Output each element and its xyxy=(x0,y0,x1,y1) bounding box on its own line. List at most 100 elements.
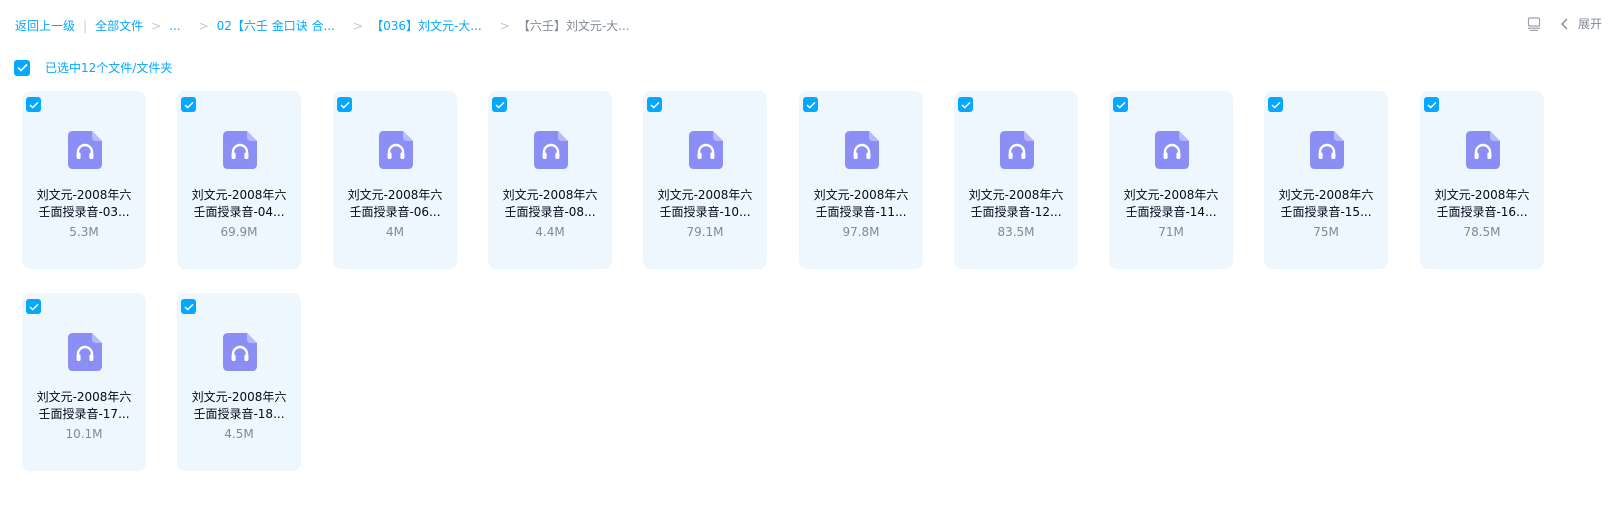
file-card[interactable]: 刘文元-2008年六 壬面授录音-16... 78.5M xyxy=(1420,91,1544,269)
breadcrumb-separator-icon: > xyxy=(499,18,510,33)
file-name-line: 刘文元-2008年六 xyxy=(1434,188,1530,202)
breadcrumb-separator-icon: > xyxy=(353,18,364,33)
file-card[interactable]: 刘文元-2008年六 壬面授录音-14... 71M xyxy=(1109,91,1233,269)
file-name-line: 壬面授录音-18... xyxy=(193,407,285,421)
file-checkbox[interactable] xyxy=(181,299,196,314)
back-link[interactable]: 返回上一级 xyxy=(15,17,75,34)
audio-file-icon xyxy=(1000,131,1034,169)
file-name-line: 壬面授录音-17... xyxy=(38,407,130,421)
file-checkbox[interactable] xyxy=(26,299,41,314)
breadcrumb-separator-icon: > xyxy=(198,18,209,33)
check-icon xyxy=(183,101,194,109)
file-size: 4.5M xyxy=(224,427,254,441)
file-size: 79.1M xyxy=(686,225,724,239)
file-name-line: 刘文元-2008年六 xyxy=(36,188,132,202)
file-card[interactable]: 刘文元-2008年六 壬面授录音-11... 97.8M xyxy=(799,91,923,269)
check-icon xyxy=(960,101,971,109)
file-checkbox[interactable] xyxy=(1424,97,1439,112)
breadcrumb-ellipsis[interactable]: ... xyxy=(169,19,180,33)
file-size: 4.4M xyxy=(535,225,565,239)
file-name-line: 刘文元-2008年六 xyxy=(191,390,287,404)
file-checkbox[interactable] xyxy=(337,97,352,112)
audio-file-icon xyxy=(1310,131,1344,169)
file-name: 刘文元-2008年六 壬面授录音-16... xyxy=(1420,187,1544,221)
file-name: 刘文元-2008年六 壬面授录音-17... xyxy=(22,389,146,423)
file-checkbox[interactable] xyxy=(1113,97,1128,112)
file-checkbox[interactable] xyxy=(958,97,973,112)
breadcrumb-all-files[interactable]: 全部文件 xyxy=(95,17,143,34)
file-size: 69.9M xyxy=(220,225,258,239)
audio-file-icon xyxy=(68,333,102,371)
file-card[interactable]: 刘文元-2008年六 壬面授录音-10... 79.1M xyxy=(643,91,767,269)
file-name-line: 壬面授录音-16... xyxy=(1436,205,1528,219)
file-card[interactable]: 刘文元-2008年六 壬面授录音-17... 10.1M xyxy=(22,293,146,471)
file-card[interactable]: 刘文元-2008年六 壬面授录音-15... 75M xyxy=(1264,91,1388,269)
file-checkbox[interactable] xyxy=(647,97,662,112)
audio-file-icon xyxy=(845,131,879,169)
file-name-line: 壬面授录音-03... xyxy=(38,205,130,219)
list-view-icon[interactable] xyxy=(1526,16,1542,32)
check-icon xyxy=(1270,101,1281,109)
file-name-line: 刘文元-2008年六 xyxy=(502,188,598,202)
file-name: 刘文元-2008年六 壬面授录音-10... xyxy=(643,187,767,221)
check-icon xyxy=(339,101,350,109)
check-icon xyxy=(494,101,505,109)
breadcrumb-separator-icon: > xyxy=(151,18,162,33)
breadcrumb-level1[interactable]: 02【六壬 金口诀 合... xyxy=(217,17,335,34)
file-size: 71M xyxy=(1158,225,1184,239)
file-name-line: 刘文元-2008年六 xyxy=(1278,188,1374,202)
breadcrumb-current: 【六壬】刘文元-大... xyxy=(517,19,630,33)
file-name-line: 刘文元-2008年六 xyxy=(813,188,909,202)
file-size: 5.3M xyxy=(69,225,99,239)
file-card[interactable]: 刘文元-2008年六 壬面授录音-08... 4.4M xyxy=(488,91,612,269)
audio-file-icon xyxy=(379,131,413,169)
file-name: 刘文元-2008年六 壬面授录音-15... xyxy=(1264,187,1388,221)
breadcrumb-level2[interactable]: 【036】刘文元-大... xyxy=(371,17,482,34)
audio-file-icon xyxy=(534,131,568,169)
audio-file-icon xyxy=(689,131,723,169)
check-icon xyxy=(28,303,39,311)
file-name-line: 刘文元-2008年六 xyxy=(1123,188,1219,202)
file-name: 刘文元-2008年六 壬面授录音-03... xyxy=(22,187,146,221)
file-checkbox[interactable] xyxy=(492,97,507,112)
file-card[interactable]: 刘文元-2008年六 壬面授录音-04... 69.9M xyxy=(177,91,301,269)
file-card[interactable]: 刘文元-2008年六 壬面授录音-03... 5.3M xyxy=(22,91,146,269)
file-checkbox[interactable] xyxy=(1268,97,1283,112)
file-checkbox[interactable] xyxy=(803,97,818,112)
file-card[interactable]: 刘文元-2008年六 壬面授录音-12... 83.5M xyxy=(954,91,1078,269)
file-checkbox[interactable] xyxy=(181,97,196,112)
file-card[interactable]: 刘文元-2008年六 壬面授录音-06... 4M xyxy=(333,91,457,269)
file-name-line: 壬面授录音-15... xyxy=(1280,205,1372,219)
file-name: 刘文元-2008年六 壬面授录音-08... xyxy=(488,187,612,221)
expand-button[interactable]: 展开 xyxy=(1578,15,1602,32)
check-icon xyxy=(16,63,28,72)
audio-file-icon xyxy=(223,333,257,371)
file-name: 刘文元-2008年六 壬面授录音-11... xyxy=(799,187,923,221)
check-icon xyxy=(183,303,194,311)
file-name-line: 壬面授录音-04... xyxy=(193,205,285,219)
check-icon xyxy=(1426,101,1437,109)
file-size: 4M xyxy=(386,225,404,239)
file-name-line: 壬面授录音-14... xyxy=(1125,205,1217,219)
file-name-line: 刘文元-2008年六 xyxy=(968,188,1064,202)
file-name-line: 壬面授录音-11... xyxy=(815,205,907,219)
check-icon xyxy=(649,101,660,109)
file-name-line: 壬面授录音-12... xyxy=(970,205,1062,219)
right-toolbar: 展开 xyxy=(1526,15,1602,32)
check-icon xyxy=(805,101,816,109)
file-card[interactable]: 刘文元-2008年六 壬面授录音-18... 4.5M xyxy=(177,293,301,471)
breadcrumb: 返回上一级 | 全部文件 > ... > 02【六壬 金口诀 合... > 【0… xyxy=(15,17,630,34)
file-name: 刘文元-2008年六 壬面授录音-04... xyxy=(177,187,301,221)
audio-file-icon xyxy=(1466,131,1500,169)
file-name-line: 壬面授录音-08... xyxy=(504,205,596,219)
file-size: 10.1M xyxy=(65,427,103,441)
file-name: 刘文元-2008年六 壬面授录音-18... xyxy=(177,389,301,423)
selection-count-label: 已选中12个文件/文件夹 xyxy=(45,61,173,75)
audio-file-icon xyxy=(223,131,257,169)
select-all-checkbox[interactable] xyxy=(14,59,30,76)
chevron-left-icon[interactable] xyxy=(1560,17,1570,31)
file-name-line: 壬面授录音-10... xyxy=(659,205,751,219)
check-icon xyxy=(1115,101,1126,109)
file-checkbox[interactable] xyxy=(26,97,41,112)
file-name-line: 刘文元-2008年六 xyxy=(657,188,753,202)
